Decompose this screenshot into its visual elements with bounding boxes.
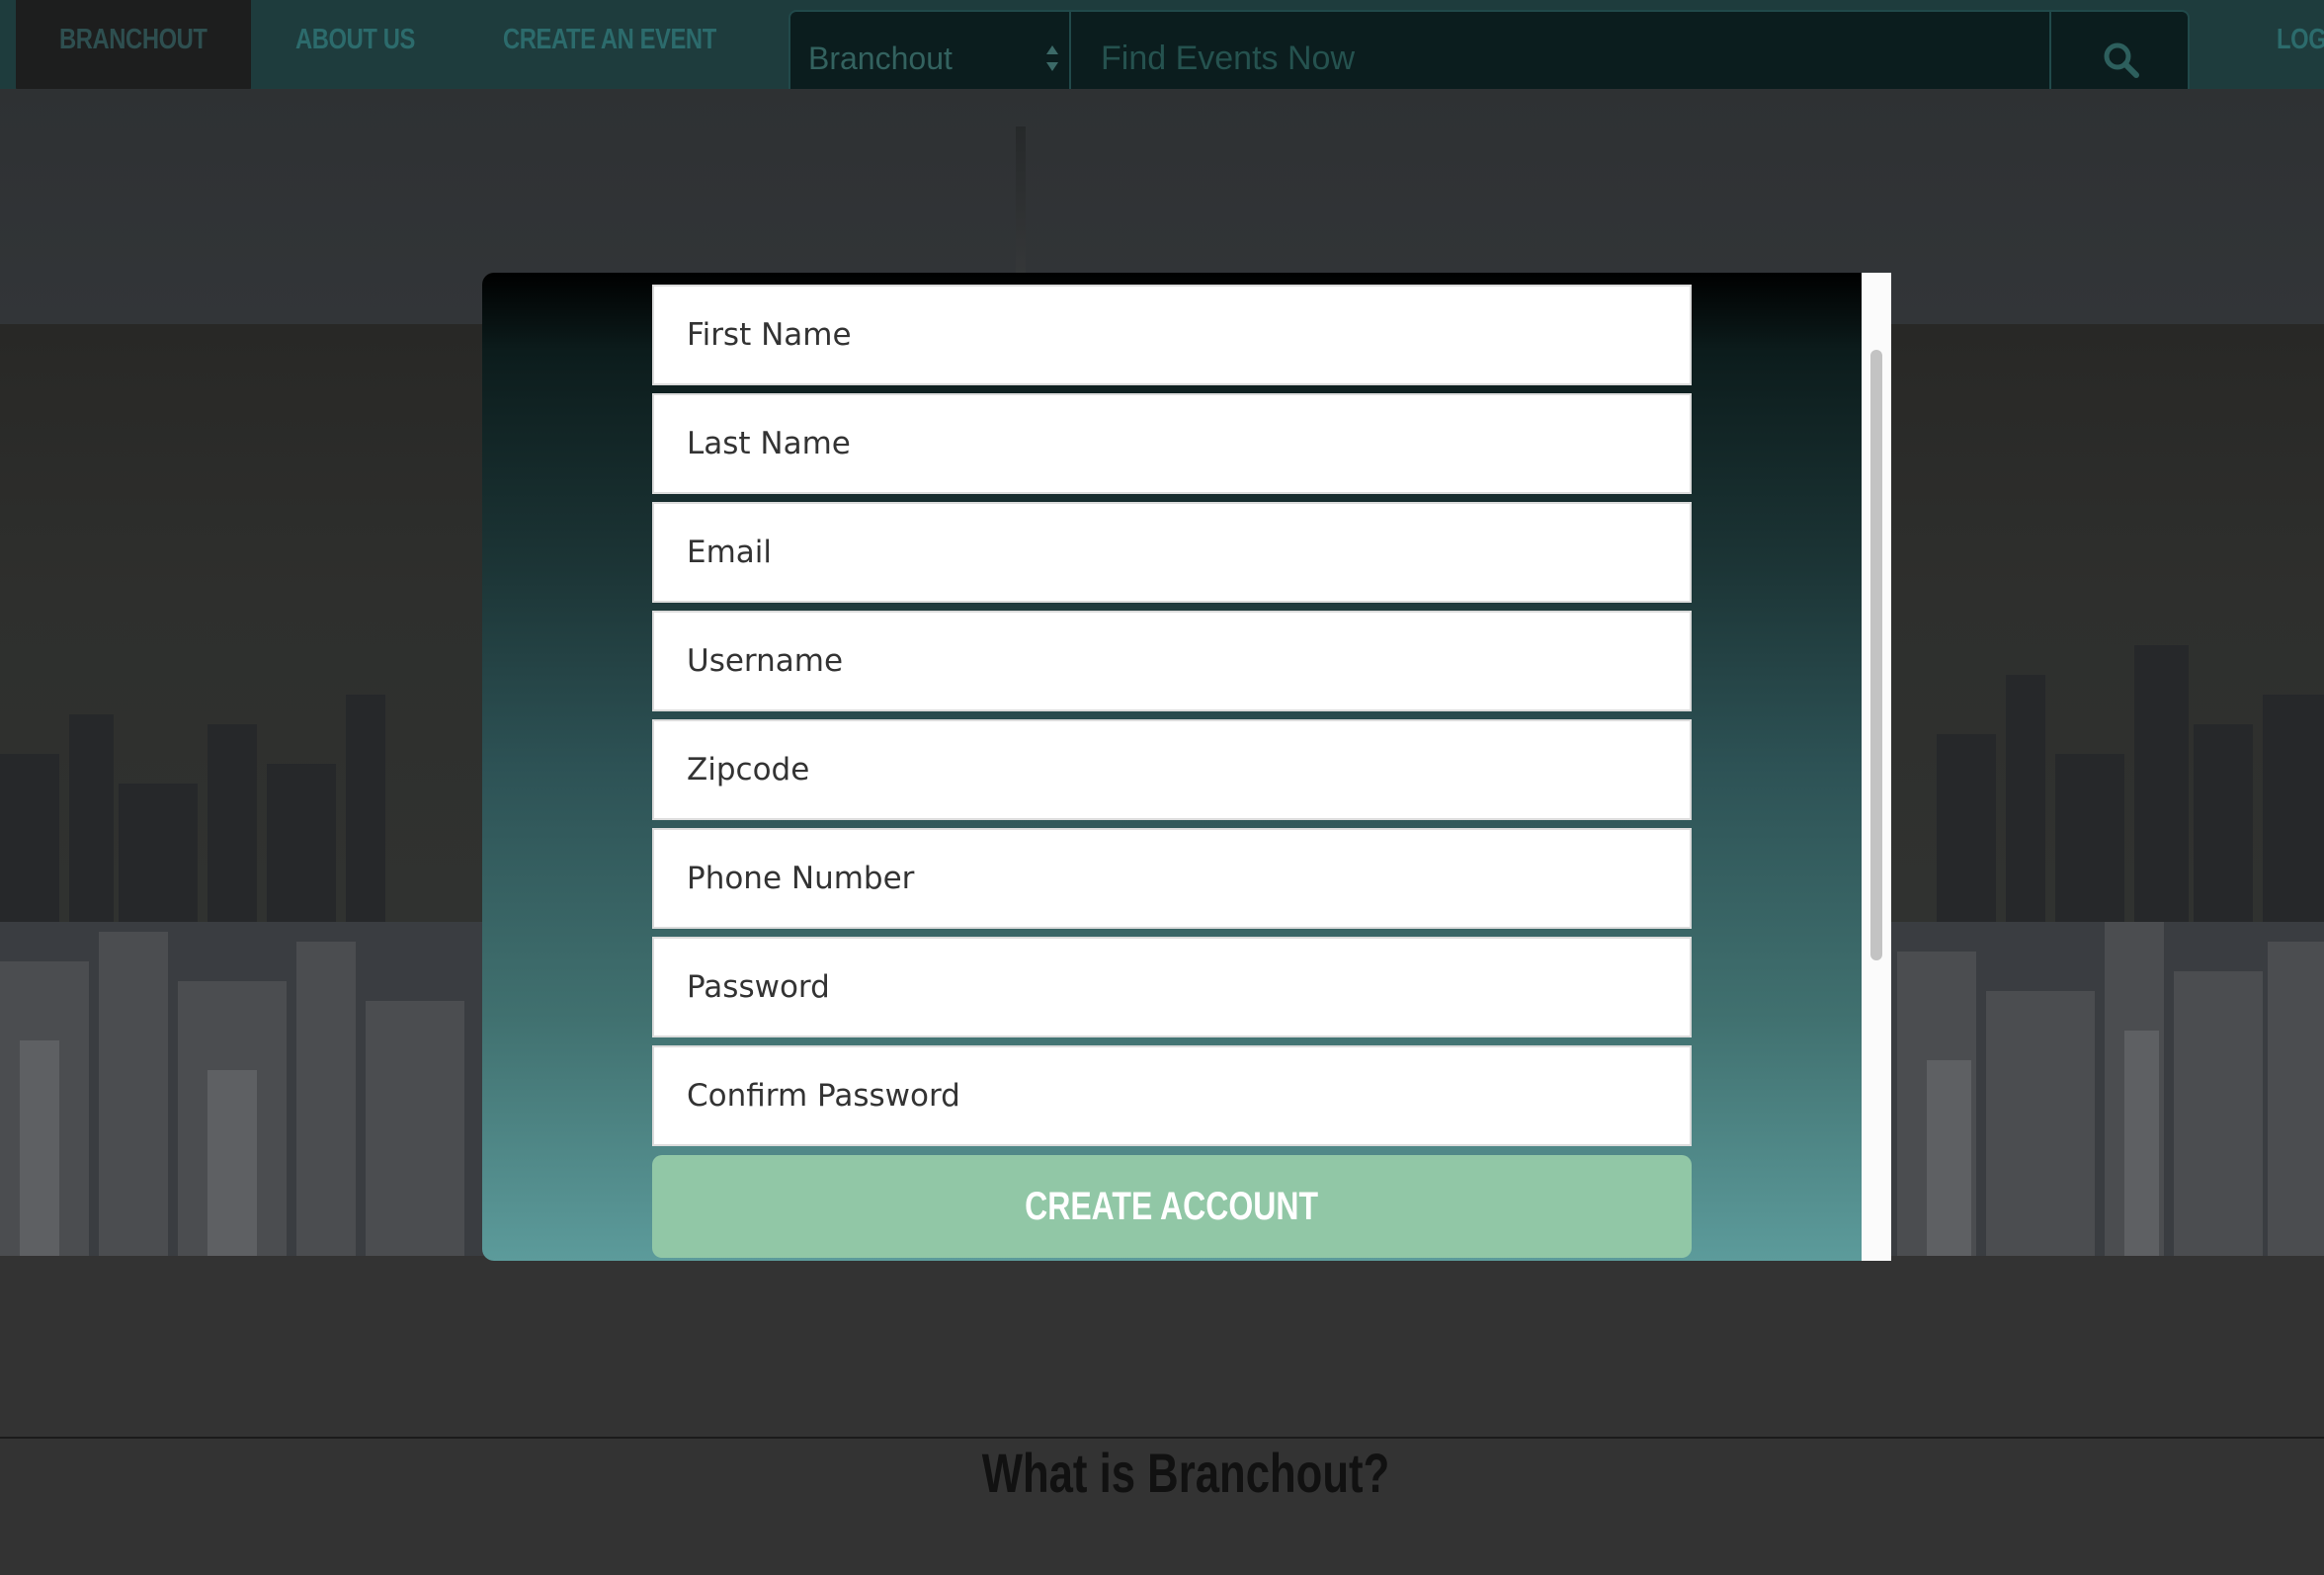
first-name-field[interactable]: [652, 285, 1692, 385]
search-category-value: Branchout: [808, 41, 953, 76]
modal-scrollbar[interactable]: [1862, 273, 1891, 1261]
phone-number-field[interactable]: [652, 828, 1692, 929]
password-field[interactable]: [652, 937, 1692, 1037]
scrollbar-thumb[interactable]: [1870, 350, 1882, 960]
nav-create-event-link[interactable]: CREATE AN EVENT: [503, 0, 716, 79]
email-field[interactable]: [652, 502, 1692, 603]
select-arrows-icon: [1046, 45, 1058, 71]
nav-home-link[interactable]: BRANCHOUT: [59, 0, 208, 79]
create-account-label: CREATE ACCOUNT: [1025, 1184, 1319, 1228]
zipcode-field[interactable]: [652, 719, 1692, 820]
create-account-button[interactable]: CREATE ACCOUNT: [652, 1155, 1692, 1258]
search-icon: [2104, 42, 2139, 78]
confirm-password-field[interactable]: [652, 1045, 1692, 1146]
section-heading: What is Branchout?: [981, 1442, 1390, 1504]
signup-modal: CREATE ACCOUNT: [482, 273, 1891, 1261]
last-name-field[interactable]: [652, 393, 1692, 494]
nav-about-link[interactable]: ABOUT US: [295, 0, 415, 79]
nav-home-tab[interactable]: BRANCHOUT: [16, 0, 251, 93]
nav-login-link[interactable]: LOG: [2277, 0, 2324, 79]
username-field[interactable]: [652, 611, 1692, 711]
navbar: BRANCHOUT ABOUT US CREATE AN EVENT Branc…: [0, 0, 2324, 107]
